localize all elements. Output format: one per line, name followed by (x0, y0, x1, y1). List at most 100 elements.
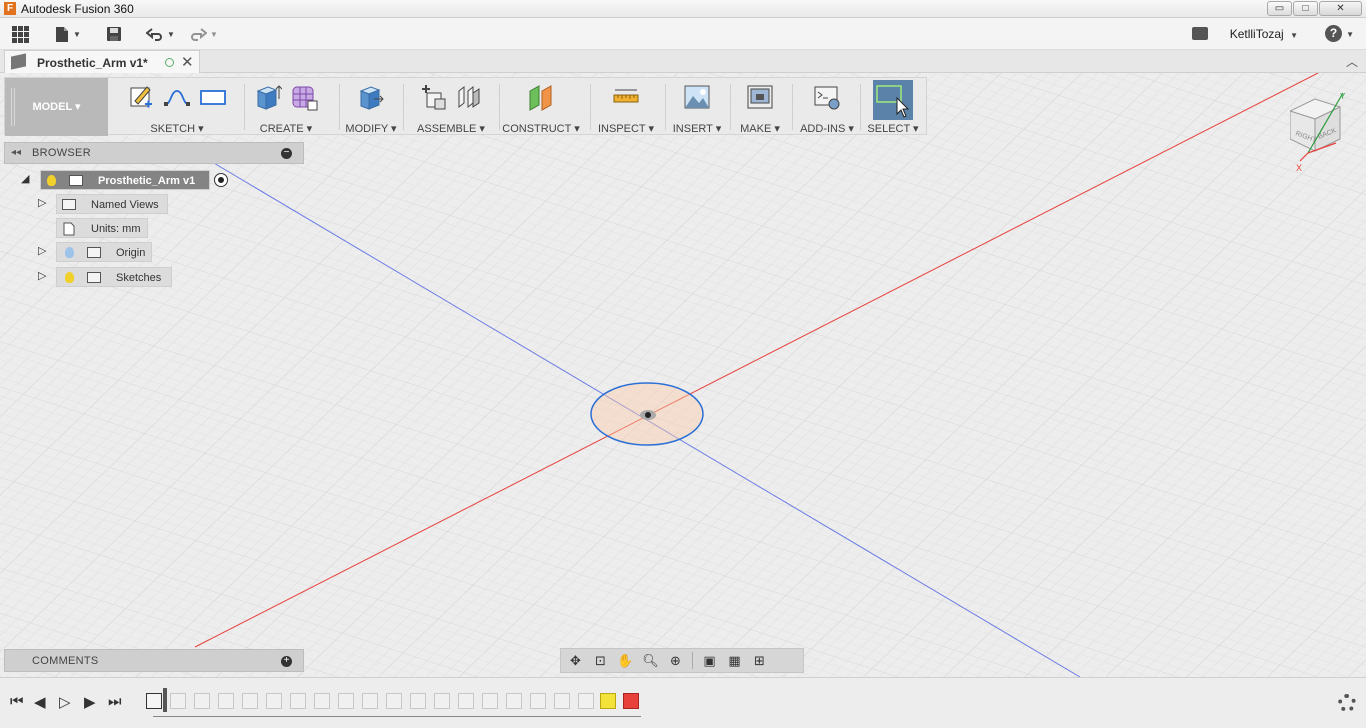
visibility-bulb-icon[interactable] (65, 272, 74, 283)
workspace-switcher[interactable]: MODEL ▾ (5, 78, 108, 136)
undo-button[interactable]: ▼ (146, 24, 175, 44)
visibility-bulb-icon[interactable] (47, 175, 56, 186)
timeline-feature[interactable] (482, 693, 498, 709)
user-account-menu[interactable]: KetlliTozaj ▼ (1230, 27, 1298, 41)
timeline-feature[interactable] (458, 693, 474, 709)
measure-icon[interactable] (612, 83, 640, 111)
display-settings-icon[interactable]: ▣ (701, 653, 718, 668)
scripts-icon[interactable] (813, 83, 841, 111)
maximize-button[interactable]: □ (1293, 1, 1318, 16)
minimize-browser-icon[interactable]: − (281, 148, 292, 159)
insert-group[interactable]: INSERT ▾ (668, 78, 726, 136)
pan-icon[interactable]: ✋ (617, 653, 634, 668)
timeline-feature[interactable] (218, 693, 234, 709)
expand-origin-icon[interactable]: ▷ (38, 244, 46, 257)
fit-icon[interactable]: ⊕ (667, 653, 684, 668)
step-back-icon[interactable]: ◀ (34, 693, 46, 711)
spline-icon[interactable] (163, 83, 191, 111)
timeline-feature[interactable] (170, 693, 186, 709)
create-menu[interactable]: CREATE ▾ (247, 122, 325, 135)
grid-settings-icon[interactable]: ▦ (726, 653, 743, 668)
view-cube[interactable]: RIGHT BACK X Y (1290, 91, 1360, 173)
orbit-icon[interactable]: ✥ (567, 653, 584, 668)
construct-group[interactable]: CONSTRUCT ▾ (502, 78, 580, 136)
timeline-settings-gear-icon[interactable] (1338, 694, 1356, 712)
collapse-toolbar-icon[interactable]: ︿ (1346, 53, 1358, 70)
activate-component-icon[interactable] (214, 173, 228, 187)
timeline-feature[interactable] (242, 693, 258, 709)
timeline-error-feature[interactable] (623, 693, 639, 709)
close-tab-icon[interactable]: ✕ (181, 53, 194, 71)
close-window-button[interactable]: ✕ (1319, 1, 1362, 16)
play-icon[interactable]: ▷ (59, 693, 71, 711)
timeline-feature[interactable] (554, 693, 570, 709)
3d-print-icon[interactable] (746, 83, 774, 111)
browser-panel-header[interactable]: ◂◂ BROWSER − (4, 142, 304, 164)
browser-item-named-views[interactable]: Named Views (56, 194, 168, 214)
timeline-feature[interactable] (314, 693, 330, 709)
timeline-sketch-feature[interactable] (146, 693, 162, 709)
sketch-group[interactable]: SKETCH ▾ (113, 78, 241, 136)
timeline-feature[interactable] (530, 693, 546, 709)
joint-icon[interactable] (455, 83, 483, 111)
sketch-menu[interactable]: SKETCH ▾ (113, 122, 241, 135)
browser-item-units[interactable]: Units: mm (56, 218, 148, 238)
extrude-icon[interactable] (254, 83, 282, 111)
timeline-marker[interactable] (163, 688, 167, 712)
expand-named-views-icon[interactable]: ▷ (38, 196, 46, 209)
new-component-icon[interactable] (419, 83, 447, 111)
minimize-button[interactable]: ▭ (1267, 1, 1292, 16)
timeline-feature[interactable] (386, 693, 402, 709)
timeline-feature[interactable] (362, 693, 378, 709)
browser-item-sketches[interactable]: Sketches (56, 267, 172, 287)
assemble-menu[interactable]: ASSEMBLE ▾ (407, 122, 495, 135)
expand-root-icon[interactable]: ◢ (21, 172, 29, 185)
select-group[interactable]: SELECT ▾ (861, 78, 925, 136)
create-sketch-icon[interactable] (127, 83, 155, 111)
modify-menu[interactable]: MODIFY ▾ (342, 122, 400, 135)
timeline-feature[interactable] (338, 693, 354, 709)
help-caret-icon[interactable]: ▼ (1346, 30, 1354, 39)
create-group[interactable]: CREATE ▾ (247, 78, 325, 136)
save-button[interactable] (106, 24, 122, 44)
offset-plane-icon[interactable] (527, 83, 555, 111)
modify-group[interactable]: MODIFY ▾ (342, 78, 400, 136)
browser-root-node[interactable]: Prosthetic_Arm v1 (40, 170, 210, 190)
help-icon[interactable]: ? (1325, 25, 1342, 42)
expand-sketches-icon[interactable]: ▷ (38, 269, 46, 282)
timeline-feature[interactable] (434, 693, 450, 709)
make-group[interactable]: MAKE ▾ (733, 78, 787, 136)
timeline-feature[interactable] (266, 693, 282, 709)
select-menu[interactable]: SELECT ▾ (861, 122, 925, 135)
press-pull-icon[interactable] (357, 83, 385, 111)
assemble-group[interactable]: ASSEMBLE ▾ (407, 78, 495, 136)
add-ins-menu[interactable]: ADD-INS ▾ (794, 122, 860, 135)
file-menu-button[interactable]: ▼ (54, 24, 81, 44)
timeline-warning-feature[interactable] (600, 693, 616, 709)
zoom-icon[interactable]: 🔍︎ (642, 653, 659, 668)
timeline-feature[interactable] (506, 693, 522, 709)
timeline-track[interactable] (143, 688, 646, 718)
add-ins-group[interactable]: ADD-INS ▾ (794, 78, 860, 136)
add-comment-icon[interactable]: + (281, 656, 292, 667)
insert-menu[interactable]: INSERT ▾ (668, 122, 726, 135)
viewports-icon[interactable]: ⊞ (751, 653, 768, 668)
inspect-menu[interactable]: INSPECT ▾ (593, 122, 659, 135)
document-tab[interactable]: Prosthetic_Arm v1* ✕ (4, 50, 200, 73)
construct-menu[interactable]: CONSTRUCT ▾ (502, 122, 580, 135)
form-icon[interactable] (290, 83, 318, 111)
timeline-feature[interactable] (290, 693, 306, 709)
comments-panel-header[interactable]: COMMENTS + (4, 649, 304, 672)
look-at-icon[interactable]: ⊡ (592, 653, 609, 668)
timeline-feature[interactable] (410, 693, 426, 709)
go-to-end-icon[interactable]: ⏭ (108, 693, 122, 710)
make-menu[interactable]: MAKE ▾ (733, 122, 787, 135)
step-forward-icon[interactable]: ▶ (84, 693, 96, 711)
collapse-browser-icon[interactable]: ◂◂ (11, 147, 21, 158)
job-status-icon[interactable] (1192, 27, 1208, 40)
timeline-feature[interactable] (578, 693, 594, 709)
redo-button[interactable]: ▼ (189, 24, 218, 44)
timeline-feature[interactable] (194, 693, 210, 709)
browser-item-origin[interactable]: Origin (56, 242, 152, 262)
go-to-start-icon[interactable]: ⏮ (10, 693, 24, 710)
